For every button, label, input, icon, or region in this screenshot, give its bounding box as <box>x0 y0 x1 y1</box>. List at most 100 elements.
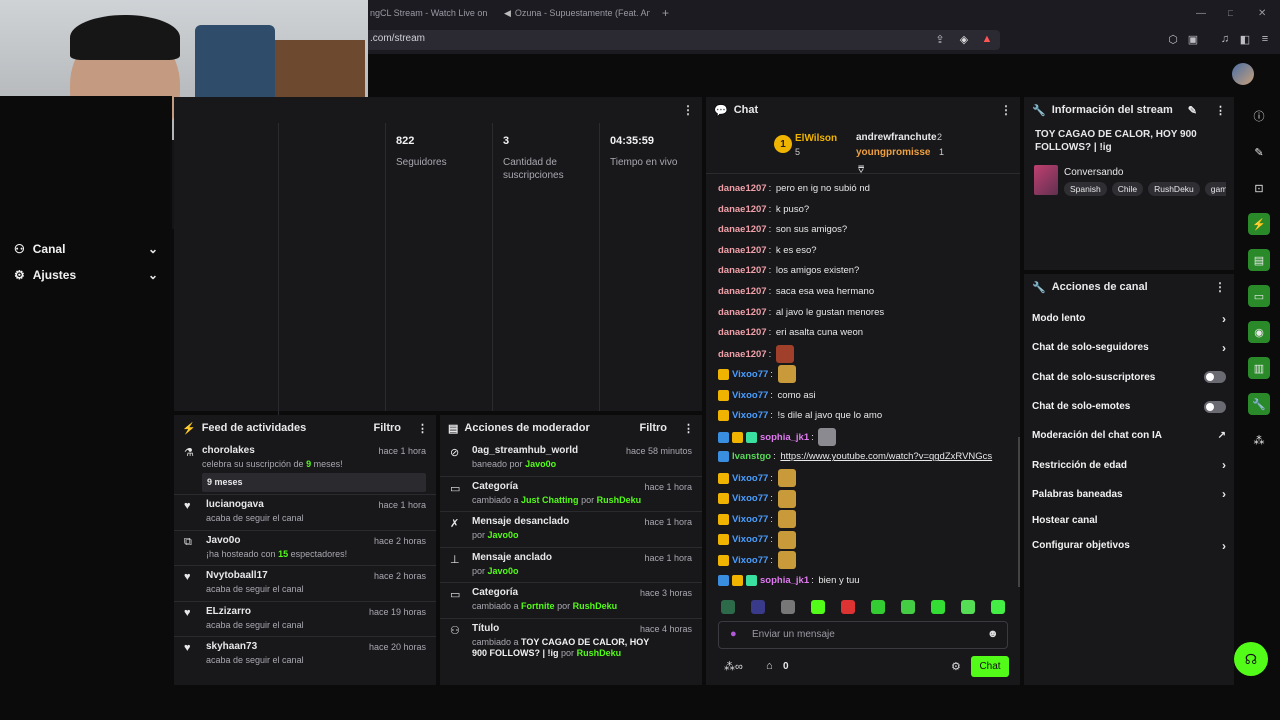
emote-icon[interactable] <box>931 600 945 614</box>
chat-username[interactable]: Vixoo77 <box>732 390 768 401</box>
emote-icon[interactable] <box>811 600 825 614</box>
browser-tab-youtube[interactable]: ◀ Ozuna - Supuestamente (Feat. An <box>500 4 650 22</box>
feed-username[interactable]: Nvytobaall17 <box>206 570 268 581</box>
address-bar[interactable] <box>360 30 1000 50</box>
chat-username[interactable]: Vixoo77 <box>732 493 768 504</box>
feed-username[interactable]: skyhaan73 <box>206 641 257 652</box>
help-headset-icon[interactable]: ☊ <box>1234 642 1268 676</box>
pencil-icon[interactable]: ✎ <box>1248 141 1270 163</box>
emote-icon[interactable] <box>841 600 855 614</box>
chat-username[interactable]: danae1207 <box>718 307 767 318</box>
emote-icon[interactable] <box>751 600 765 614</box>
chat-username[interactable]: Vixoo77 <box>732 410 768 421</box>
menu-icon[interactable]: ≡ <box>1258 32 1272 46</box>
tag[interactable]: Spanish <box>1064 182 1107 196</box>
bolt-icon[interactable]: ⚡ <box>1248 213 1270 235</box>
sidebar-toggle-icon[interactable]: ◧ <box>1238 32 1252 46</box>
chat-username[interactable]: sophia_jk1 <box>760 575 809 586</box>
sidebar-item-ajustes[interactable]: ⚙ Ajustes ⌄ <box>0 262 172 288</box>
chat-username[interactable]: danae1207 <box>718 183 767 194</box>
chat-username[interactable]: Vixoo77 <box>732 534 768 545</box>
broadcast-icon[interactable]: ◉ <box>1248 321 1270 343</box>
feed-username[interactable]: Javo0o <box>206 535 240 546</box>
feed-username[interactable]: ELzizarro <box>206 606 251 617</box>
mod-action-user[interactable]: RushDeku <box>573 601 618 611</box>
chat-bubble-icon[interactable]: ▭ <box>1248 285 1270 307</box>
mic-icon[interactable]: ● <box>730 628 737 640</box>
leaderboard-name[interactable]: youngpromisse <box>856 147 930 158</box>
filter-button[interactable]: Filtro <box>640 422 668 434</box>
kebab-icon[interactable]: ⋮ <box>1000 103 1012 117</box>
minimize-button[interactable]: — <box>1196 4 1206 22</box>
chat-username[interactable]: danae1207 <box>718 204 767 215</box>
emote-icon[interactable] <box>721 600 735 614</box>
kebab-icon[interactable]: ⋮ <box>683 422 694 435</box>
configure-goals-row[interactable]: Configurar objetivos › <box>1024 531 1234 560</box>
subscribers-only-row[interactable]: Chat de solo-suscriptores <box>1024 363 1234 392</box>
filter-button[interactable]: Filtro <box>374 422 402 434</box>
chat-username[interactable]: Vixoo77 <box>732 473 768 484</box>
info-icon[interactable]: ⓘ <box>1248 105 1270 127</box>
emote-icon[interactable] <box>901 600 915 614</box>
emote-icon[interactable] <box>781 600 795 614</box>
emote-icon[interactable] <box>991 600 1005 614</box>
subscribers-only-toggle[interactable] <box>1204 371 1226 384</box>
category-name[interactable]: Conversando <box>1064 167 1123 178</box>
edit-icon[interactable]: ✎ <box>1188 104 1197 117</box>
sidebar-item-canal[interactable]: ⚇ Canal ⌄ <box>0 236 172 262</box>
kebab-icon[interactable]: ⋮ <box>417 422 428 435</box>
tag[interactable]: RushDeku <box>1148 182 1200 196</box>
chat-username[interactable]: danae1207 <box>718 286 767 297</box>
slow-mode-row[interactable]: Modo lento › <box>1024 304 1234 333</box>
chat-username[interactable]: Vixoo77 <box>732 369 768 380</box>
media-icon[interactable]: ♫ <box>1218 32 1232 46</box>
kebab-icon[interactable]: ⋮ <box>1214 280 1226 294</box>
mod-action-user[interactable]: Javo0o <box>525 459 556 469</box>
emotes-only-row[interactable]: Chat de solo-emotes <box>1024 392 1234 421</box>
feed-username[interactable]: chorolakes <box>202 445 255 456</box>
new-tab-button[interactable]: + <box>662 4 669 22</box>
mod-action-user[interactable]: RushDeku <box>597 495 642 505</box>
mod-action-user[interactable]: RushDeku <box>577 648 622 658</box>
chat-username[interactable]: Ivanstgo <box>732 451 771 462</box>
chat-username[interactable]: danae1207 <box>718 224 767 235</box>
user-avatar[interactable] <box>1232 63 1254 85</box>
stats-menu-icon[interactable]: ⋮ <box>682 103 694 117</box>
kick-points-icon[interactable]: ⁂∞ <box>724 660 743 673</box>
clipboard-icon[interactable]: ▤ <box>1248 249 1270 271</box>
kick-points-icon[interactable]: ⁂ <box>1248 429 1270 451</box>
extensions-icon[interactable]: ⬡ <box>1166 32 1180 46</box>
browser-tab-kick[interactable]: ngCL Stream - Watch Live on Kick <box>370 4 490 22</box>
wallet-icon[interactable]: ▣ <box>1186 32 1200 46</box>
leaderboard-first-name[interactable]: ElWilson <box>795 133 837 144</box>
wrench-icon[interactable]: 🔧 <box>1248 393 1270 415</box>
share-icon[interactable]: ⇪ <box>933 32 947 46</box>
emote-icon[interactable] <box>961 600 975 614</box>
chat-username[interactable]: danae1207 <box>718 327 767 338</box>
tag[interactable]: gami <box>1204 182 1226 196</box>
chat-username[interactable]: danae1207 <box>718 265 767 276</box>
chat-username[interactable]: Vixoo77 <box>732 514 768 525</box>
chat-scrollbar[interactable] <box>1018 437 1020 587</box>
feed-username[interactable]: lucianogava <box>206 499 264 510</box>
chat-username[interactable]: Vixoo77 <box>732 555 768 566</box>
emote-icon[interactable] <box>871 600 885 614</box>
banned-words-row[interactable]: Palabras baneadas › <box>1024 480 1234 509</box>
chat-username[interactable]: danae1207 <box>718 245 767 256</box>
chat-username[interactable]: danae1207 <box>718 349 767 360</box>
brave-shield-icon[interactable]: ◈ <box>957 32 971 46</box>
close-window-button[interactable]: ✕ <box>1258 4 1266 22</box>
followers-only-row[interactable]: Chat de solo-seguidores › <box>1024 333 1234 362</box>
store-icon[interactable]: ⌂ <box>766 660 773 672</box>
host-channel-row[interactable]: Hostear canal <box>1024 509 1234 531</box>
chat-send-button[interactable]: Chat <box>971 656 1009 677</box>
settings-icon[interactable]: ⚙ <box>951 660 961 673</box>
mod-action-user[interactable]: Javo0o <box>488 566 519 576</box>
layout-icon[interactable]: ▥ <box>1248 357 1270 379</box>
chat-link[interactable]: https://www.youtube.com/watch?v=qgdZxRVN… <box>780 451 992 462</box>
emotes-only-toggle[interactable] <box>1204 400 1226 413</box>
ai-moderation-row[interactable]: Moderación del chat con IA ↗ <box>1024 421 1234 450</box>
mod-action-user[interactable]: Javo0o <box>488 530 519 540</box>
rewards-icon[interactable]: ▲ <box>980 32 994 46</box>
leaderboard-name[interactable]: andrewfranchute <box>856 132 937 143</box>
